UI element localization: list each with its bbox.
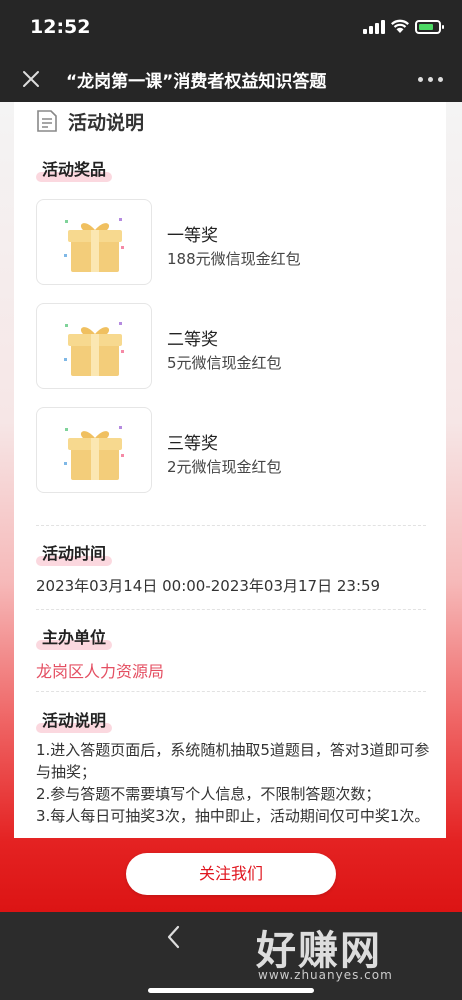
prize-rank: 二等奖 xyxy=(167,330,218,350)
prizes-label: 活动奖品 xyxy=(36,156,113,182)
wifi-icon xyxy=(391,19,409,33)
gift-icon xyxy=(64,322,124,376)
status-bar: 12:52 xyxy=(0,0,462,56)
back-arrow-icon[interactable] xyxy=(162,924,186,950)
rule-item: 2.参与答题不需要填写个人信息，不限制答题次数； xyxy=(36,785,381,803)
prize-rank: 一等奖 xyxy=(167,226,218,246)
prize-item: 一等奖 188元微信现金红包 xyxy=(36,199,442,287)
home-indicator[interactable] xyxy=(148,988,314,993)
organizer-label: 主办单位 xyxy=(36,624,113,650)
rules-list: 1.进入答题页面后，系统随机抽取5道题目，答对3道即可参与抽奖； 2.参与答题不… xyxy=(36,739,432,827)
bottom-toolbar: 好赚网 www.zhuanyes.com xyxy=(0,912,462,1000)
battery-icon xyxy=(415,20,444,34)
prize-image-frame xyxy=(36,199,152,285)
prize-rank: 三等奖 xyxy=(167,434,218,454)
activity-time: 2023年03月14日 00:00-2023年03月17日 23:59 xyxy=(36,577,381,595)
nav-bar: “龙岗第一课”消费者权益知识答题 xyxy=(0,56,462,102)
follow-us-button[interactable]: 关注我们 xyxy=(126,853,336,895)
more-options-icon[interactable] xyxy=(418,74,446,84)
prize-image-frame xyxy=(36,303,152,389)
prize-desc: 5元微信现金红包 xyxy=(167,354,282,372)
divider xyxy=(36,691,426,692)
time-label: 活动时间 xyxy=(36,540,113,566)
prize-desc: 2元微信现金红包 xyxy=(167,458,282,476)
close-icon[interactable] xyxy=(18,66,44,92)
prize-desc: 188元微信现金红包 xyxy=(167,250,301,268)
prize-item: 三等奖 2元微信现金红包 xyxy=(36,407,442,495)
cellular-signal-icon xyxy=(363,20,385,34)
gift-icon xyxy=(64,426,124,480)
watermark: 好赚网 www.zhuanyes.com xyxy=(256,918,446,988)
gift-icon xyxy=(64,218,124,272)
rule-item: 1.进入答题页面后，系统随机抽取5道题目，答对3道即可参与抽奖； xyxy=(36,741,430,781)
rule-item: 3.每人每日可抽奖3次，抽中即止，活动期间仅可中奖1次。 xyxy=(36,807,430,825)
status-time: 12:52 xyxy=(30,16,91,38)
organizer-name: 龙岗区人力资源局 xyxy=(36,662,165,681)
card-title: 活动说明 xyxy=(68,112,145,134)
watermark-url: www.zhuanyes.com xyxy=(258,968,393,982)
rules-label: 活动说明 xyxy=(36,707,113,733)
divider xyxy=(36,609,426,610)
divider xyxy=(36,525,426,526)
activity-card: 活动说明 活动奖品 一等奖 188元微信现金红包 二等奖 5元微信现金红包 三等… xyxy=(14,102,446,838)
page-title: “龙岗第一课”消费者权益知识答题 xyxy=(66,72,327,92)
document-icon xyxy=(37,110,57,132)
prize-image-frame xyxy=(36,407,152,493)
prize-item: 二等奖 5元微信现金红包 xyxy=(36,303,442,391)
